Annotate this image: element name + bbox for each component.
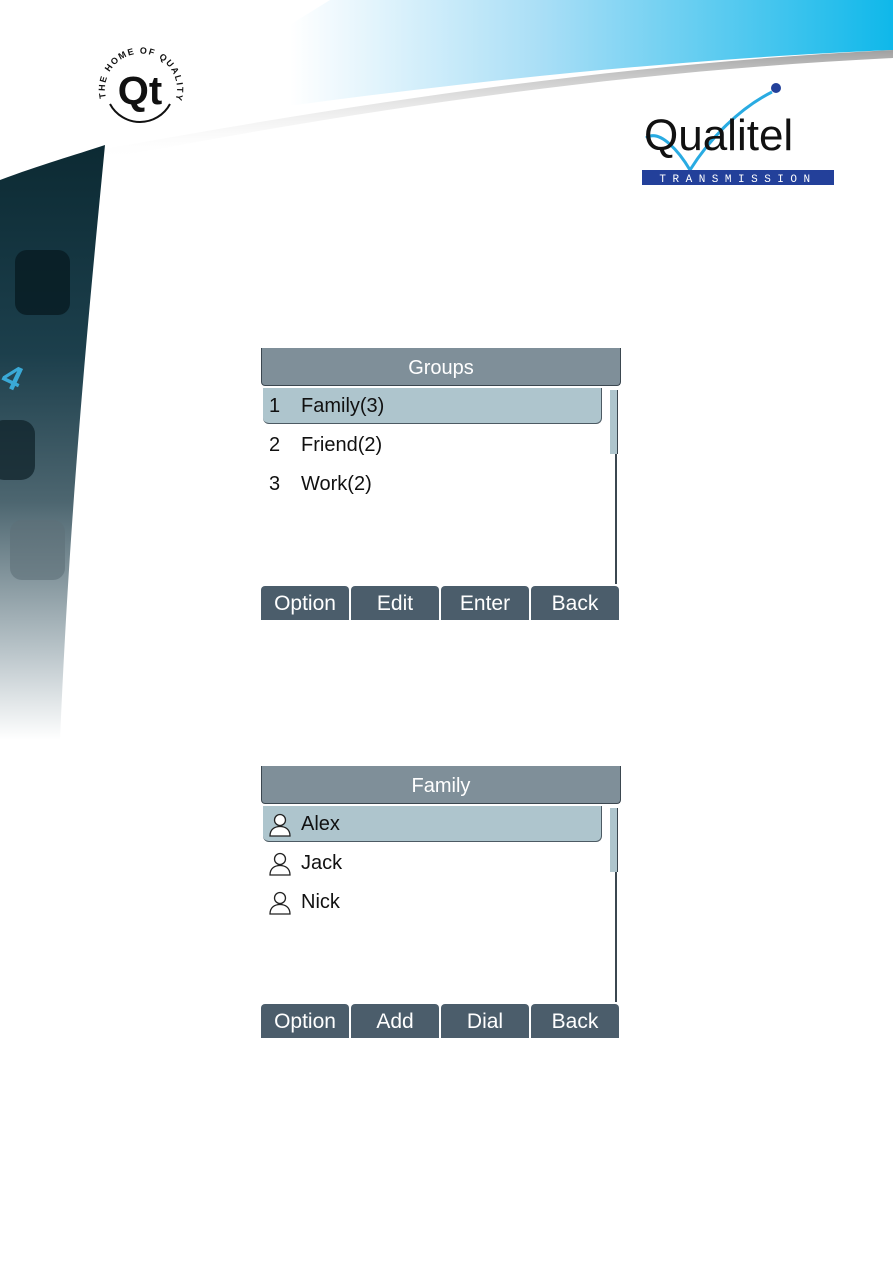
scrollbar[interactable] [610, 390, 618, 584]
qt-logo: THE HOME OF QUALITY Qt [97, 45, 184, 123]
option-softkey[interactable]: Option [261, 586, 349, 620]
softkey-bar: Option Add Dial Back [261, 1004, 621, 1038]
person-icon [269, 813, 291, 837]
item-number: 2 [269, 434, 281, 456]
groups-list: 1 Family(3) 2 Friend(2) 3 Work(2) [261, 388, 606, 586]
item-label: Family(3) [301, 395, 385, 417]
screen-title: Groups [261, 348, 621, 386]
family-screen: Family Alex Jack Nick Option Add Dial Ba… [261, 766, 621, 1038]
list-item-nick[interactable]: Nick [263, 884, 602, 920]
qualitel-logo: Qualitel TRANSMISSION [642, 83, 834, 186]
contact-name: Jack [301, 852, 343, 874]
scroll-thumb[interactable] [610, 390, 618, 454]
item-number: 1 [269, 395, 281, 417]
company-tagline: TRANSMISSION [659, 174, 816, 186]
list-item-alex[interactable]: Alex [263, 806, 602, 842]
contact-name: Nick [301, 891, 340, 913]
scroll-thumb[interactable] [610, 808, 618, 872]
scroll-track [615, 454, 617, 584]
company-name: Qualitel [644, 111, 793, 160]
item-label: Friend(2) [301, 434, 383, 456]
item-number: 3 [269, 473, 281, 495]
page-decoration: 4 [0, 0, 893, 740]
list-item-friend[interactable]: 2 Friend(2) [263, 427, 602, 463]
enter-softkey[interactable]: Enter [441, 586, 529, 620]
scrollbar[interactable] [610, 808, 618, 1002]
add-softkey[interactable]: Add [351, 1004, 439, 1038]
person-icon [269, 891, 291, 915]
list-item-work[interactable]: 3 Work(2) [263, 466, 602, 502]
softkey-bar: Option Edit Enter Back [261, 586, 621, 620]
groups-screen: Groups 1 Family(3) 2 Friend(2) 3 Work(2)… [261, 348, 621, 620]
qt-logo-text: Qt [118, 69, 162, 113]
scroll-track [615, 872, 617, 1002]
edit-softkey[interactable]: Edit [351, 586, 439, 620]
list-item-family[interactable]: 1 Family(3) [263, 388, 602, 424]
person-icon [269, 852, 291, 876]
contact-name: Alex [301, 813, 340, 835]
back-softkey[interactable]: Back [531, 586, 619, 620]
list-item-jack[interactable]: Jack [263, 845, 602, 881]
item-label: Work(2) [301, 473, 372, 495]
option-softkey[interactable]: Option [261, 1004, 349, 1038]
dial-softkey[interactable]: Dial [441, 1004, 529, 1038]
back-softkey[interactable]: Back [531, 1004, 619, 1038]
screen-title: Family [261, 766, 621, 804]
contacts-list: Alex Jack Nick [261, 806, 606, 1004]
